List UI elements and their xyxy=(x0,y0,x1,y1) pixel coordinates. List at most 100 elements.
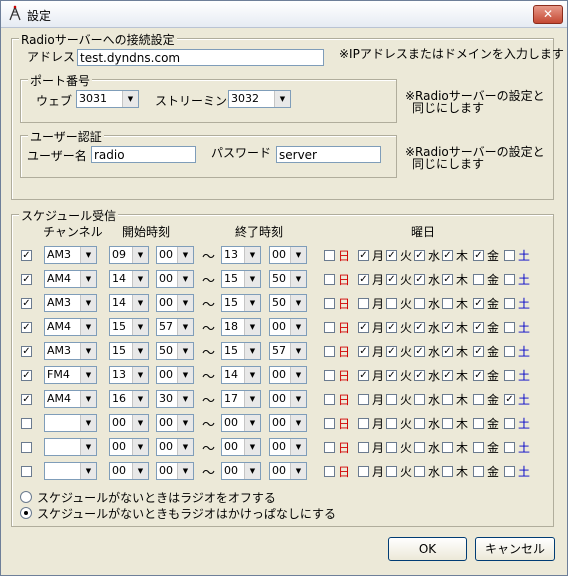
radio-keep-on[interactable] xyxy=(20,507,32,519)
user-name-input[interactable]: radio xyxy=(91,146,196,163)
day-checkbox-2[interactable]: ✓ xyxy=(386,322,397,333)
password-input[interactable]: server xyxy=(276,146,381,163)
row-enable-checkbox[interactable]: ✓ xyxy=(21,322,32,333)
day-checkbox-4[interactable]: ✓ xyxy=(442,346,453,357)
web-port-select[interactable]: 3031 ▼ xyxy=(76,90,139,108)
start-hour-select[interactable]: 00 ▼ xyxy=(109,414,149,432)
day-checkbox-5[interactable]: ✓ xyxy=(473,250,484,261)
end-minute-select[interactable]: 00 ▼ xyxy=(269,318,307,336)
day-checkbox-4[interactable]: ✓ xyxy=(442,322,453,333)
day-checkbox-1[interactable]: ✓ xyxy=(358,346,369,357)
start-hour-select[interactable]: 00 ▼ xyxy=(109,438,149,456)
row-enable-checkbox[interactable]: ✓ xyxy=(21,250,32,261)
row-enable-checkbox[interactable]: ✓ xyxy=(21,346,32,357)
row-enable-checkbox[interactable]: ✓ xyxy=(21,370,32,381)
day-checkbox-1[interactable]: ✓ xyxy=(358,370,369,381)
end-minute-select[interactable]: 00 ▼ xyxy=(269,246,307,264)
day-checkbox-6[interactable] xyxy=(504,250,515,261)
day-checkbox-3[interactable] xyxy=(414,418,425,429)
start-minute-select[interactable]: 00 ▼ xyxy=(156,438,194,456)
day-checkbox-2[interactable] xyxy=(386,298,397,309)
day-checkbox-1[interactable]: ✓ xyxy=(358,250,369,261)
day-checkbox-5[interactable] xyxy=(473,274,484,285)
day-checkbox-0[interactable] xyxy=(324,370,335,381)
day-checkbox-2[interactable] xyxy=(386,418,397,429)
day-checkbox-3[interactable]: ✓ xyxy=(414,274,425,285)
channel-select[interactable]: ▼ xyxy=(44,414,97,432)
day-checkbox-3[interactable] xyxy=(414,298,425,309)
end-hour-select[interactable]: 15 ▼ xyxy=(221,270,261,288)
start-hour-select[interactable]: 13 ▼ xyxy=(109,366,149,384)
day-checkbox-2[interactable] xyxy=(386,394,397,405)
day-checkbox-0[interactable] xyxy=(324,394,335,405)
day-checkbox-0[interactable] xyxy=(324,442,335,453)
close-button[interactable]: ✕ xyxy=(533,5,563,24)
day-checkbox-2[interactable]: ✓ xyxy=(386,250,397,261)
day-checkbox-4[interactable]: ✓ xyxy=(442,250,453,261)
start-hour-select[interactable]: 15 ▼ xyxy=(109,318,149,336)
end-hour-select[interactable]: 00 ▼ xyxy=(221,438,261,456)
end-minute-select[interactable]: 00 ▼ xyxy=(269,414,307,432)
day-checkbox-4[interactable] xyxy=(442,298,453,309)
start-minute-select[interactable]: 00 ▼ xyxy=(156,270,194,288)
end-minute-select[interactable]: 00 ▼ xyxy=(269,366,307,384)
ok-button[interactable]: OK xyxy=(388,537,467,561)
day-checkbox-6[interactable] xyxy=(504,370,515,381)
end-hour-select[interactable]: 14 ▼ xyxy=(221,366,261,384)
day-checkbox-3[interactable]: ✓ xyxy=(414,370,425,381)
day-checkbox-5[interactable]: ✓ xyxy=(473,346,484,357)
row-enable-checkbox[interactable]: ✓ xyxy=(21,274,32,285)
day-checkbox-5[interactable] xyxy=(473,394,484,405)
end-minute-select[interactable]: 50 ▼ xyxy=(269,294,307,312)
end-hour-select[interactable]: 15 ▼ xyxy=(221,294,261,312)
day-checkbox-1[interactable] xyxy=(358,418,369,429)
end-hour-select[interactable]: 18 ▼ xyxy=(221,318,261,336)
day-checkbox-0[interactable] xyxy=(324,250,335,261)
start-minute-select[interactable]: 30 ▼ xyxy=(156,390,194,408)
channel-select[interactable]: AM3 ▼ xyxy=(44,246,97,264)
day-checkbox-2[interactable]: ✓ xyxy=(386,274,397,285)
day-checkbox-3[interactable]: ✓ xyxy=(414,322,425,333)
end-hour-select[interactable]: 17 ▼ xyxy=(221,390,261,408)
day-checkbox-1[interactable] xyxy=(358,298,369,309)
channel-select[interactable]: FM4 ▼ xyxy=(44,366,97,384)
end-minute-select[interactable]: 50 ▼ xyxy=(269,270,307,288)
day-checkbox-2[interactable]: ✓ xyxy=(386,370,397,381)
day-checkbox-2[interactable] xyxy=(386,442,397,453)
row-enable-checkbox[interactable] xyxy=(21,418,32,429)
day-checkbox-1[interactable]: ✓ xyxy=(358,274,369,285)
day-checkbox-3[interactable] xyxy=(414,466,425,477)
end-hour-select[interactable]: 00 ▼ xyxy=(221,462,261,480)
day-checkbox-3[interactable]: ✓ xyxy=(414,346,425,357)
channel-select[interactable]: AM3 ▼ xyxy=(44,294,97,312)
day-checkbox-5[interactable]: ✓ xyxy=(473,298,484,309)
channel-select[interactable]: AM4 ▼ xyxy=(44,270,97,288)
channel-select[interactable]: AM4 ▼ xyxy=(44,390,97,408)
row-enable-checkbox[interactable]: ✓ xyxy=(21,394,32,405)
day-checkbox-6[interactable] xyxy=(504,298,515,309)
streaming-port-select[interactable]: 3032 ▼ xyxy=(228,90,291,108)
day-checkbox-6[interactable] xyxy=(504,442,515,453)
cancel-button[interactable]: キャンセル xyxy=(475,537,555,561)
day-checkbox-0[interactable] xyxy=(324,346,335,357)
day-checkbox-2[interactable] xyxy=(386,466,397,477)
radio-turn-off[interactable] xyxy=(20,491,32,503)
day-checkbox-5[interactable]: ✓ xyxy=(473,370,484,381)
end-minute-select[interactable]: 00 ▼ xyxy=(269,462,307,480)
channel-select[interactable]: AM3 ▼ xyxy=(44,342,97,360)
end-minute-select[interactable]: 57 ▼ xyxy=(269,342,307,360)
start-minute-select[interactable]: 00 ▼ xyxy=(156,414,194,432)
day-checkbox-5[interactable] xyxy=(473,418,484,429)
day-checkbox-4[interactable] xyxy=(442,466,453,477)
day-checkbox-0[interactable] xyxy=(324,418,335,429)
end-minute-select[interactable]: 00 ▼ xyxy=(269,390,307,408)
address-input[interactable]: test.dyndns.com xyxy=(77,49,324,66)
day-checkbox-0[interactable] xyxy=(324,298,335,309)
day-checkbox-6[interactable] xyxy=(504,274,515,285)
end-hour-select[interactable]: 13 ▼ xyxy=(221,246,261,264)
start-minute-select[interactable]: 00 ▼ xyxy=(156,294,194,312)
day-checkbox-0[interactable] xyxy=(324,274,335,285)
day-checkbox-4[interactable] xyxy=(442,394,453,405)
day-checkbox-1[interactable]: ✓ xyxy=(358,322,369,333)
start-hour-select[interactable]: 00 ▼ xyxy=(109,462,149,480)
